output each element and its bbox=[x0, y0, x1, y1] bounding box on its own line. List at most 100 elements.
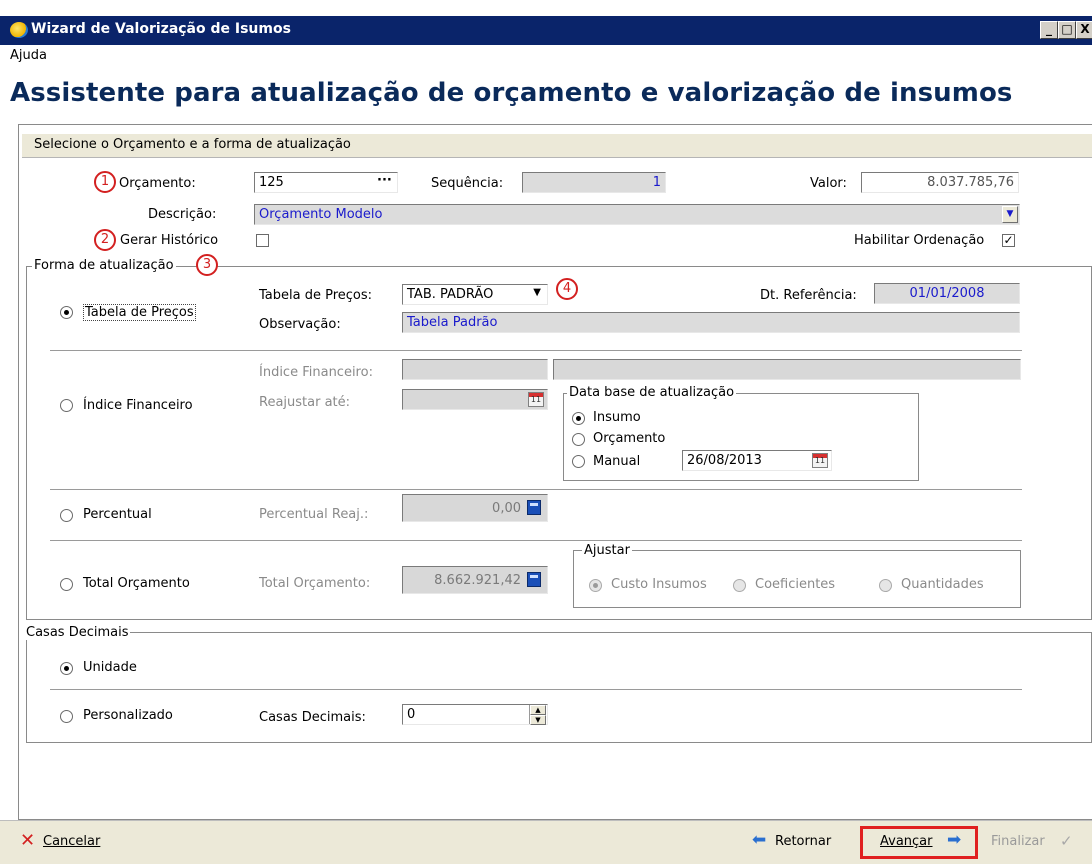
manual-date-value: 26/08/2013 bbox=[687, 453, 762, 468]
descricao-label: Descrição: bbox=[148, 207, 217, 222]
radio-coeficientes-label: Coeficientes bbox=[755, 577, 836, 592]
radio-unidade-label[interactable]: Unidade bbox=[83, 660, 137, 675]
radio-custo-insumos-label: Custo Insumos bbox=[611, 577, 707, 592]
checkmark-icon: ✓ bbox=[1060, 832, 1073, 850]
observacao-field: Tabela Padrão bbox=[402, 312, 1020, 333]
percentual-reaj-value: 0,00 bbox=[492, 501, 521, 516]
chevron-down-icon[interactable]: ▼ bbox=[1002, 206, 1018, 223]
radio-quantidades bbox=[879, 579, 892, 592]
percentual-reaj-label: Percentual Reaj.: bbox=[259, 507, 369, 522]
radio-percentual-label[interactable]: Percentual bbox=[83, 507, 152, 522]
lookup-button[interactable]: ··· bbox=[377, 173, 392, 188]
calculator-icon bbox=[527, 572, 541, 587]
indice-financeiro-select bbox=[402, 359, 548, 380]
radio-coeficientes bbox=[733, 579, 746, 592]
calendar-icon[interactable]: 11 bbox=[812, 453, 828, 468]
data-base-legend: Data base de atualização bbox=[567, 385, 737, 400]
radio-indice-financeiro-label[interactable]: Índice Financeiro bbox=[83, 398, 193, 413]
menu-item-ajuda[interactable]: Ajuda bbox=[10, 48, 47, 63]
gerar-historico-checkbox[interactable] bbox=[256, 234, 269, 247]
window-title-bar[interactable]: Wizard de Valorização de Isumos _ □ X bbox=[0, 16, 1092, 45]
radio-personalizado[interactable] bbox=[60, 710, 73, 723]
manual-date-field[interactable]: 26/08/2013 11 bbox=[682, 450, 832, 471]
spinner-buttons[interactable]: ▲ ▼ bbox=[529, 705, 546, 725]
sequencia-label: Sequência: bbox=[431, 176, 504, 191]
marker-4: 4 bbox=[556, 278, 578, 300]
sequencia-field: 1 bbox=[522, 172, 666, 193]
cancel-icon[interactable]: ✕ bbox=[20, 832, 35, 850]
marker-2: 2 bbox=[94, 229, 116, 251]
menu-bar: Ajuda bbox=[0, 45, 1092, 69]
marker-1: 1 bbox=[94, 171, 116, 193]
spin-up-icon[interactable]: ▲ bbox=[530, 705, 546, 715]
casas-decimais-legend: Casas Decimais bbox=[24, 625, 131, 640]
ajustar-legend: Ajustar bbox=[582, 543, 632, 558]
page-heading: Assistente para atualização de orçamento… bbox=[10, 78, 1013, 108]
reajustar-ate-label: Reajustar até: bbox=[259, 395, 351, 410]
dt-referencia-field: 01/01/2008 bbox=[874, 283, 1020, 304]
orcamento-label: Orçamento: bbox=[119, 176, 196, 191]
tabela-precos-value: TAB. PADRÃO bbox=[407, 287, 494, 302]
indice-financeiro-label: Índice Financeiro: bbox=[259, 365, 373, 380]
minimize-button[interactable]: _ bbox=[1040, 21, 1058, 39]
marker-3: 3 bbox=[196, 254, 218, 276]
radio-insumo[interactable] bbox=[572, 412, 585, 425]
radio-personalizado-label[interactable]: Personalizado bbox=[83, 708, 173, 723]
app-icon bbox=[10, 22, 28, 38]
radio-unidade[interactable] bbox=[60, 662, 73, 675]
calculator-icon bbox=[527, 500, 541, 515]
radio-manual[interactable] bbox=[572, 455, 585, 468]
arrow-left-icon[interactable]: ⬅ bbox=[752, 832, 766, 849]
reajustar-ate-field: 11 bbox=[402, 389, 548, 410]
radio-orcamento[interactable] bbox=[572, 433, 585, 446]
radio-quantidades-label: Quantidades bbox=[901, 577, 984, 592]
casas-decimais-value: 0 bbox=[407, 707, 416, 722]
divider bbox=[50, 350, 1022, 351]
avancar-button[interactable]: Avançar bbox=[880, 834, 933, 849]
tabela-precos-select[interactable]: TAB. PADRÃO ▼ bbox=[402, 284, 548, 305]
total-orcamento-value: 8.662.921,42 bbox=[434, 573, 521, 588]
radio-insumo-label[interactable]: Insumo bbox=[593, 410, 641, 425]
casas-decimais-spinner[interactable]: 0 bbox=[402, 704, 548, 725]
section-title: Selecione o Orçamento e a forma de atual… bbox=[34, 137, 351, 152]
casas-decimais-label: Casas Decimais: bbox=[259, 710, 366, 725]
forma-atualizacao-legend: Forma de atualização bbox=[32, 258, 176, 273]
section-header: Selecione o Orçamento e a forma de atual… bbox=[22, 134, 1092, 158]
tabela-precos-label: Tabela de Preços: bbox=[259, 288, 373, 303]
footer-bar: ✕ Cancelar ⬅ Retornar Avançar ➡ Finaliza… bbox=[0, 820, 1092, 864]
radio-percentual[interactable] bbox=[60, 509, 73, 522]
dt-referencia-label: Dt. Referência: bbox=[760, 288, 857, 303]
descricao-value: Orçamento Modelo bbox=[259, 207, 383, 222]
radio-orcamento-label[interactable]: Orçamento bbox=[593, 431, 665, 446]
divider bbox=[50, 489, 1022, 490]
spin-down-icon[interactable]: ▼ bbox=[530, 715, 546, 725]
divider bbox=[50, 689, 1022, 690]
total-orcamento-label: Total Orçamento: bbox=[259, 576, 371, 591]
radio-manual-label[interactable]: Manual bbox=[593, 454, 640, 469]
retornar-button[interactable]: Retornar bbox=[775, 834, 831, 849]
descricao-select[interactable]: Orçamento Modelo ▼ bbox=[254, 204, 1020, 225]
calendar-icon: 11 bbox=[528, 392, 544, 407]
maximize-button[interactable]: □ bbox=[1058, 21, 1076, 39]
arrow-right-icon[interactable]: ➡ bbox=[947, 832, 961, 849]
percentual-reaj-field: 0,00 bbox=[402, 494, 548, 522]
valor-label: Valor: bbox=[810, 176, 847, 191]
habilitar-ordenacao-checkbox[interactable]: ✓ bbox=[1002, 234, 1015, 247]
radio-total-orcamento[interactable] bbox=[60, 578, 73, 591]
habilitar-ordenacao-label: Habilitar Ordenação bbox=[854, 233, 985, 248]
cancelar-button[interactable]: Cancelar bbox=[43, 834, 100, 849]
radio-total-orcamento-label[interactable]: Total Orçamento bbox=[83, 576, 190, 591]
valor-field: 8.037.785,76 bbox=[861, 172, 1019, 193]
total-orcamento-field: 8.662.921,42 bbox=[402, 566, 548, 594]
finalizar-button: Finalizar bbox=[991, 834, 1045, 849]
radio-custo-insumos bbox=[589, 579, 602, 592]
divider bbox=[50, 540, 1022, 541]
chevron-down-icon[interactable]: ▼ bbox=[533, 287, 541, 298]
radio-tabela-precos[interactable] bbox=[60, 306, 73, 319]
radio-indice-financeiro[interactable] bbox=[60, 399, 73, 412]
window-title: Wizard de Valorização de Isumos bbox=[31, 21, 291, 37]
casas-decimais-group bbox=[26, 632, 1092, 743]
indice-descricao-field bbox=[553, 359, 1021, 380]
close-button[interactable]: X bbox=[1076, 21, 1092, 39]
radio-tabela-precos-label[interactable]: Tabela de Preços bbox=[83, 304, 196, 321]
